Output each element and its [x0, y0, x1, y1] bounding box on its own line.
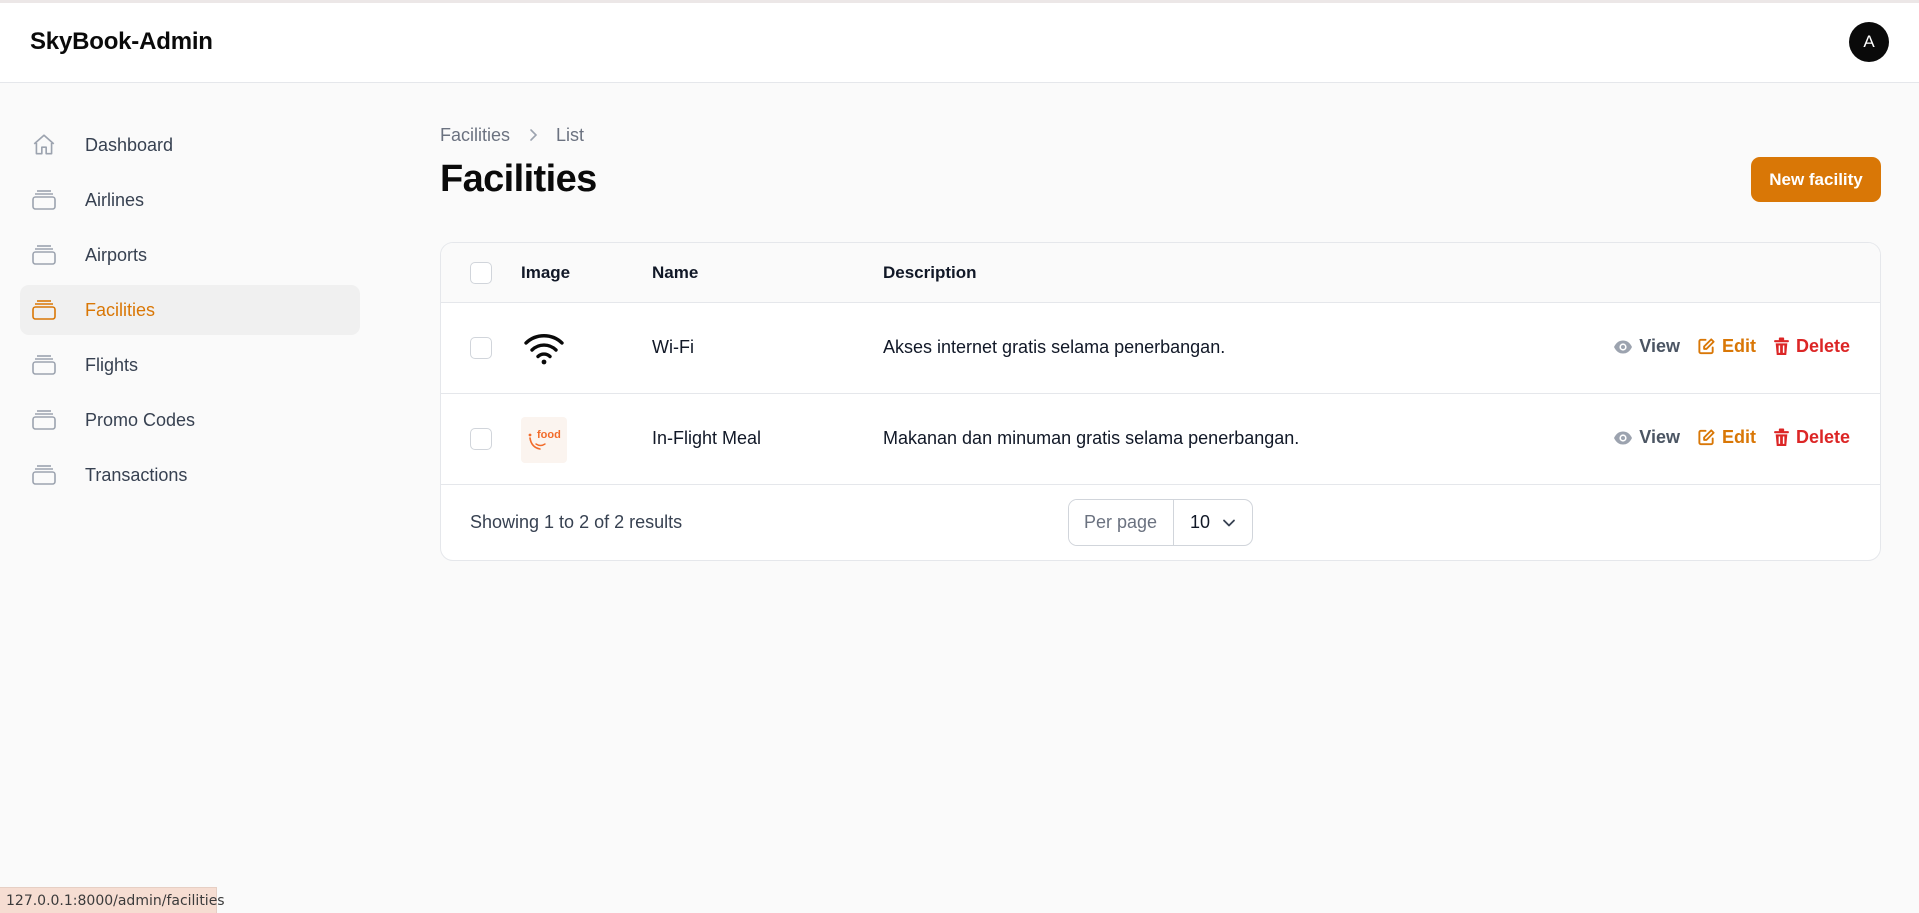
pencil-square-icon — [1698, 338, 1715, 355]
select-all-checkbox[interactable] — [470, 262, 492, 284]
stack-icon — [30, 241, 58, 269]
row-actions: View Edit Delete — [1596, 336, 1850, 357]
home-icon — [30, 131, 58, 159]
stack-icon — [30, 296, 58, 324]
stack-icon — [30, 406, 58, 434]
sidebar-item-label: Airports — [85, 244, 148, 265]
svg-text:food: food — [537, 429, 561, 441]
per-page-select[interactable]: 10 — [1174, 500, 1252, 545]
sidebar-item-airports[interactable]: Airports — [20, 230, 360, 280]
column-header-description[interactable]: Description — [883, 263, 977, 283]
trash-icon — [1774, 337, 1789, 355]
sidebar-item-label: Transactions — [85, 464, 188, 485]
food-logo-image: food — [521, 417, 567, 463]
main-content: Facilities List Facilities New facility … — [440, 120, 1881, 561]
sidebar-item-airlines[interactable]: Airlines — [20, 175, 360, 225]
eye-icon — [1614, 340, 1633, 353]
sidebar-item-label: Dashboard — [85, 134, 174, 155]
sidebar-item-label: Flights — [85, 354, 139, 375]
page-title: Facilities — [440, 158, 597, 200]
breadcrumb-current: List — [556, 124, 585, 145]
row-checkbox[interactable] — [470, 337, 492, 359]
per-page-label: Per page — [1069, 500, 1174, 545]
user-avatar[interactable]: A — [1849, 22, 1889, 62]
per-page-value: 10 — [1190, 512, 1211, 532]
breadcrumb-facilities-link[interactable]: Facilities — [440, 125, 510, 146]
wifi-icon — [521, 326, 567, 372]
chevron-right-icon — [527, 128, 539, 142]
row-actions: View Edit Delete — [1596, 427, 1850, 448]
sidebar-item-flights[interactable]: Flights — [20, 340, 360, 390]
facilities-table: Image Name Description Wi-Fi Akses inter… — [440, 242, 1881, 561]
pencil-square-icon — [1698, 429, 1715, 446]
view-button[interactable]: View — [1613, 427, 1680, 448]
column-header-name[interactable]: Name — [652, 263, 698, 283]
table-row: food In-Flight Meal Makanan dan minuman … — [441, 394, 1880, 485]
sidebar-item-facilities[interactable]: Facilities — [20, 285, 360, 335]
results-summary: Showing 1 to 2 of 2 results — [470, 512, 683, 532]
view-button[interactable]: View — [1613, 336, 1680, 357]
breadcrumb: Facilities List — [440, 120, 1881, 150]
new-facility-button[interactable]: New facility — [1751, 157, 1881, 202]
sidebar-item-label: Airlines — [85, 189, 145, 210]
sidebar-item-transactions[interactable]: Transactions — [20, 450, 360, 500]
sidebar-item-promo-codes[interactable]: Promo Codes — [20, 395, 360, 445]
delete-button[interactable]: Delete — [1773, 427, 1850, 448]
edit-button[interactable]: Edit — [1697, 427, 1756, 448]
table-footer: Showing 1 to 2 of 2 results Per page 10 — [441, 485, 1880, 560]
column-header-image[interactable]: Image — [521, 263, 570, 283]
facility-name: Wi-Fi — [652, 337, 694, 357]
per-page-control: Per page 10 — [1068, 499, 1253, 546]
facility-name: In-Flight Meal — [652, 428, 762, 448]
chevron-down-icon — [1223, 519, 1235, 526]
stack-icon — [30, 461, 58, 489]
stack-icon — [30, 351, 58, 379]
top-navbar: SkyBook-Admin A — [0, 3, 1919, 83]
sidebar-item-label: Facilities — [85, 299, 156, 320]
sidebar-item-dashboard[interactable]: Dashboard — [20, 120, 360, 170]
eye-icon — [1614, 431, 1633, 444]
sidebar: Dashboard Airlines Airports Facilities F… — [20, 120, 360, 505]
sidebar-item-label: Promo Codes — [85, 409, 196, 430]
browser-status-url: 127.0.0.1:8000/admin/facilities — [0, 887, 225, 913]
table-header: Image Name Description — [441, 243, 1880, 303]
table-row: Wi-Fi Akses internet gratis selama pener… — [441, 303, 1880, 394]
brand-name[interactable]: SkyBook-Admin — [30, 28, 213, 56]
stack-icon — [30, 186, 58, 214]
facility-description: Makanan dan minuman gratis selama penerb… — [883, 428, 1300, 448]
facility-description: Akses internet gratis selama penerbangan… — [883, 337, 1226, 357]
delete-button[interactable]: Delete — [1773, 336, 1850, 357]
row-checkbox[interactable] — [470, 428, 492, 450]
edit-button[interactable]: Edit — [1697, 336, 1756, 357]
trash-icon — [1774, 428, 1789, 446]
